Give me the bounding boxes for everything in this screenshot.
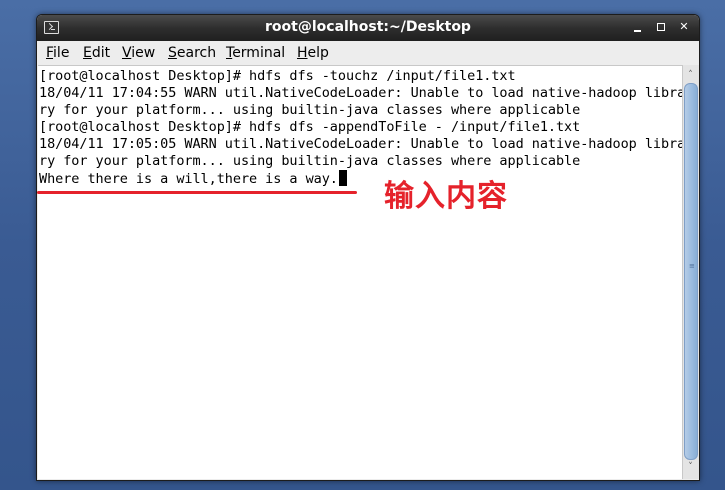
menu-search[interactable]: Search <box>168 45 216 61</box>
terminal-line: 18/04/11 17:04:55 WARN util.NativeCodeLo… <box>39 85 686 101</box>
maximize-icon <box>657 23 665 31</box>
menu-edit[interactable]: Edit <box>83 45 110 61</box>
menu-edit-accel: E <box>83 45 92 61</box>
terminal-line: 18/04/11 17:05:05 WARN util.NativeCodeLo… <box>39 136 686 152</box>
menu-file[interactable]: File <box>46 45 69 61</box>
maximize-button[interactable] <box>654 20 668 34</box>
terminal-line: [root@localhost Desktop]# hdfs dfs -touc… <box>39 68 516 84</box>
terminal-line: ry for your platform... using builtin-ja… <box>39 153 581 169</box>
menu-view[interactable]: View <box>122 45 155 61</box>
annotation-underline <box>37 191 357 194</box>
menu-edit-label: dit <box>91 45 111 61</box>
grip-icon: ≡ <box>689 262 695 270</box>
terminal-input-line: Where there is a will,there is a way. <box>39 170 347 187</box>
scroll-down-arrow-icon[interactable]: ˅ <box>684 460 697 474</box>
terminal-line: [root@localhost Desktop]# hdfs dfs -appe… <box>39 119 581 135</box>
window-title: root@localhost:~/Desktop <box>265 19 471 35</box>
menu-view-accel: V <box>122 45 132 61</box>
terminal-output[interactable]: [root@localhost Desktop]# hdfs dfs -touc… <box>38 65 686 479</box>
terminal-line: ry for your platform... using builtin-ja… <box>39 102 581 118</box>
scroll-thumb[interactable]: ≡ <box>684 83 698 460</box>
terminal-window: root@localhost:~/Desktop ✕ File Edit Vie… <box>36 14 700 481</box>
menu-bar: File Edit View Search Terminal Help <box>37 41 699 65</box>
close-button[interactable]: ✕ <box>677 20 691 34</box>
title-bar[interactable]: root@localhost:~/Desktop ✕ <box>37 15 699 41</box>
menu-file-accel: F <box>46 45 54 61</box>
menu-terminal[interactable]: Terminal <box>226 45 285 61</box>
menu-terminal-label: erminal <box>232 45 286 61</box>
menu-view-label: iew <box>131 45 156 61</box>
vertical-scrollbar[interactable]: ˄ ≡ ˅ <box>682 65 699 479</box>
typed-input-text: Where there is a will,there is a way. <box>39 171 338 187</box>
menu-search-label: earch <box>176 45 217 61</box>
scroll-up-arrow-icon[interactable]: ˄ <box>684 68 697 82</box>
menu-help-accel: H <box>297 45 308 61</box>
minimize-icon <box>634 30 641 32</box>
menu-help[interactable]: Help <box>297 45 329 61</box>
menu-help-label: elp <box>307 45 329 61</box>
menu-file-label: ile <box>53 45 70 61</box>
text-cursor <box>338 170 347 186</box>
minimize-button[interactable] <box>631 20 645 34</box>
menu-search-accel: S <box>168 45 177 61</box>
annotation-label: 输入内容 <box>384 179 508 214</box>
